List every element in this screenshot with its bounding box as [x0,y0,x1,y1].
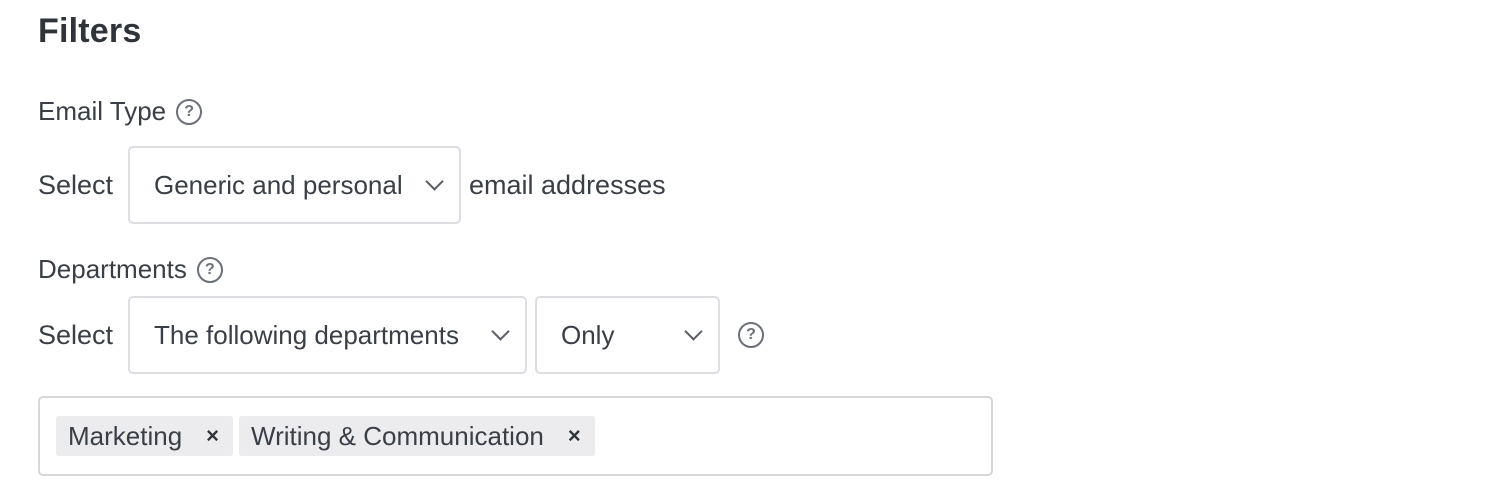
departments-mode-value: The following departments [154,319,459,350]
email-type-label-row: Email Type ? [38,96,203,127]
email-type-dropdown[interactable]: Generic and personal [128,146,461,224]
department-tag-label: Writing & Communication [251,420,544,451]
department-tag: Marketing × [56,416,234,456]
email-type-suffix: email addresses [469,169,666,200]
chevron-down-icon [491,321,510,341]
help-icon[interactable]: ? [196,256,223,283]
department-tag: Writing & Communication × [239,416,595,456]
email-type-row: Select Generic and personal email addres… [38,146,666,224]
remove-tag-icon[interactable]: × [568,423,581,449]
departments-row: Select The following departments Only ? [38,296,764,374]
remove-tag-icon[interactable]: × [206,423,219,449]
email-type-label: Email Type [38,96,167,126]
help-icon[interactable]: ? [738,322,764,348]
chevron-down-icon [684,321,703,341]
help-icon[interactable]: ? [176,98,203,125]
chevron-down-icon [425,171,444,191]
departments-label-row: Departments ? [38,254,223,285]
email-type-dropdown-value: Generic and personal [154,169,403,200]
departments-scope-value: Only [561,319,615,350]
page-title: Filters [38,12,142,50]
departments-scope-dropdown[interactable]: Only [535,296,720,374]
departments-tags-input[interactable]: Marketing × Writing & Communication × [38,396,993,476]
departments-label: Departments [38,254,187,284]
department-tag-label: Marketing [68,420,183,451]
departments-mode-dropdown[interactable]: The following departments [128,296,527,374]
departments-select-prefix: Select [38,319,114,350]
email-type-select-prefix: Select [38,169,114,200]
